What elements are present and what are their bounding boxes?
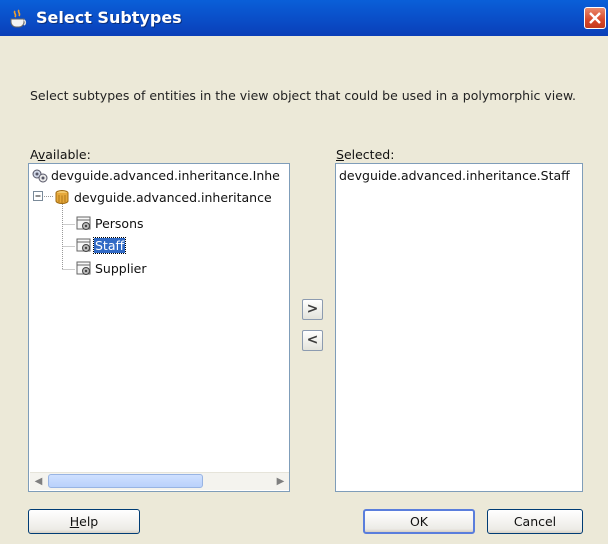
help-mnemonic: H [69,514,80,529]
selected-label-mnemonic: S [336,147,344,162]
tree-package-label: devguide.advanced.inheritance [74,190,272,205]
move-left-button[interactable]: < [302,330,323,351]
tree-child-staff[interactable]: Staff [29,236,289,256]
selected-item-label: devguide.advanced.inheritance.Staff [339,168,570,183]
tree-child-label: Supplier [95,261,147,276]
view-object-icon [32,169,48,183]
close-icon [589,12,601,24]
tree-root-label: devguide.advanced.inheritance.Inhe [51,168,280,183]
horizontal-scrollbar[interactable]: ◀ ▶ [30,472,289,490]
tree-child-label-selected: Staff [92,237,127,254]
entity-icon [76,238,91,252]
tree-child-persons[interactable]: Persons [29,214,289,234]
scroll-left-icon[interactable]: ◀ [30,473,47,490]
available-tree[interactable]: devguide.advanced.inheritance.Inhe devgu… [28,163,290,492]
move-right-button[interactable]: > [302,299,323,320]
entity-icon [76,261,91,275]
available-label-suffix: ailable: [45,147,91,162]
cancel-button[interactable]: Cancel [487,509,583,534]
select-subtypes-dialog: Select Subtypes Select subtypes of entit… [0,0,608,544]
help-button[interactable]: Help [28,509,140,534]
selected-label-suffix: elected: [343,147,395,162]
package-icon [55,190,69,204]
available-label-prefix: A [30,147,38,162]
collapse-icon[interactable] [33,191,44,202]
dialog-description: Select subtypes of entities in the view … [30,88,576,103]
selected-label: Selected: [336,147,394,162]
tree-child-supplier[interactable]: Supplier [29,259,289,279]
cup-icon [10,9,27,28]
scroll-thumb[interactable] [48,474,203,488]
selected-list-item[interactable]: devguide.advanced.inheritance.Staff [339,166,579,186]
selected-list[interactable]: devguide.advanced.inheritance.Staff [335,163,583,492]
entity-icon [76,216,91,230]
title-bar[interactable]: Select Subtypes [0,0,608,36]
scroll-right-icon[interactable]: ▶ [272,473,289,490]
tree-root-item[interactable]: devguide.advanced.inheritance.Inhe [29,166,289,186]
dialog-title: Select Subtypes [36,8,182,27]
tree-child-label: Persons [95,216,144,231]
ok-button[interactable]: OK [363,509,475,534]
close-button[interactable] [584,7,606,29]
available-label: Available: [30,147,91,162]
tree-package-item[interactable]: devguide.advanced.inheritance [29,188,289,208]
help-label: elp [79,514,99,529]
